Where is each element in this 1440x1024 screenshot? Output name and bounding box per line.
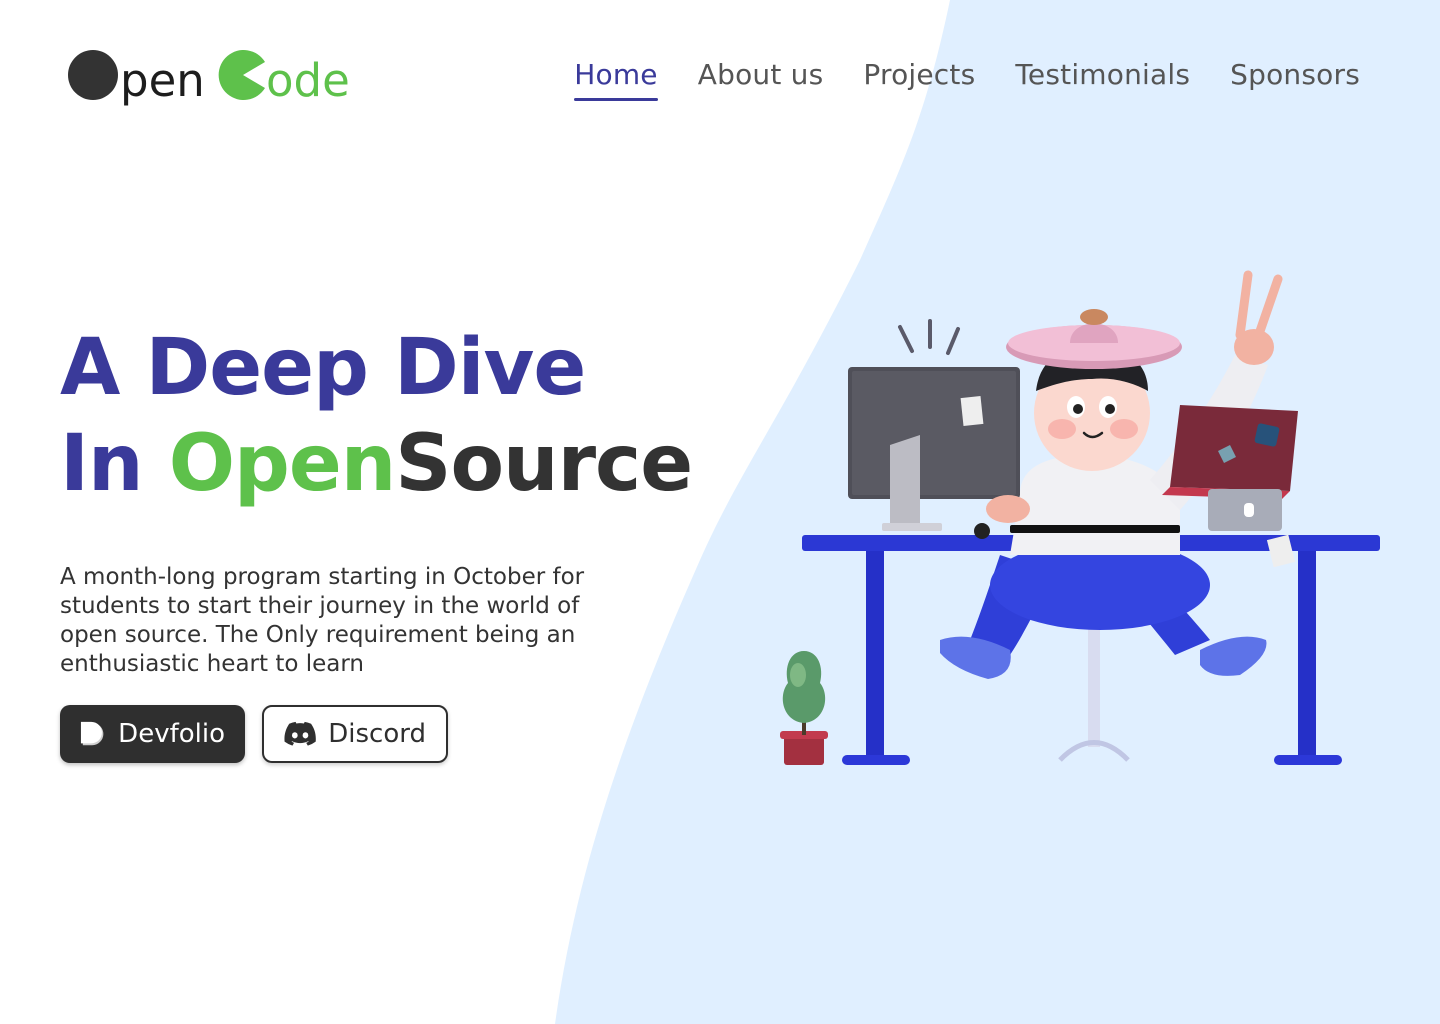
cta-buttons: Devfolio Discord: [60, 705, 448, 763]
logo-text-ode: ode: [266, 54, 350, 107]
hero-illustration: [780, 270, 1380, 765]
nav-testimonials[interactable]: Testimonials: [1015, 58, 1190, 101]
logo-circle-icon: [68, 50, 118, 100]
hero-description: A month-long program starting in October…: [60, 564, 585, 677]
discord-button[interactable]: Discord: [262, 705, 448, 763]
hero-line-1: A Deep Dive: [60, 323, 586, 413]
hero-line-2-highlight: Open: [168, 419, 397, 509]
hero-line-2-suffix: Source: [395, 419, 693, 509]
plant-icon: [780, 651, 828, 765]
devfolio-button[interactable]: Devfolio: [60, 705, 245, 763]
nav-about-us[interactable]: About us: [698, 58, 824, 101]
logo-text-pen: pen: [120, 54, 205, 107]
discord-label: Discord: [328, 719, 426, 749]
devfolio-icon: [80, 721, 104, 746]
nav-projects[interactable]: Projects: [863, 58, 975, 101]
hero-heading: A Deep Dive In OpenSource: [60, 320, 693, 512]
nav-sponsors[interactable]: Sponsors: [1230, 58, 1360, 101]
discord-icon: [284, 721, 316, 746]
main-nav: Home About us Projects Testimonials Spon…: [574, 58, 1360, 101]
devfolio-label: Devfolio: [118, 719, 225, 749]
logo-pacman-c-icon: [218, 50, 265, 100]
nav-home[interactable]: Home: [574, 58, 658, 101]
hero-line-2-prefix: In: [60, 419, 169, 509]
